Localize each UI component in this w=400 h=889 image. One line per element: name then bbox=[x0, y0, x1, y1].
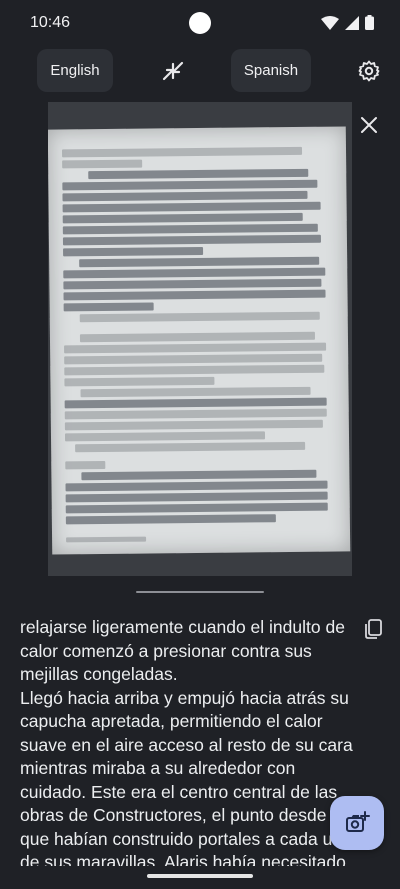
copy-icon[interactable] bbox=[362, 618, 384, 640]
translated-text: relajarse ligeramente cuando el indulto … bbox=[20, 617, 353, 866]
sheet-drag-handle[interactable] bbox=[136, 591, 264, 593]
swap-languages-icon[interactable] bbox=[160, 59, 186, 83]
target-language-button[interactable]: Spanish bbox=[231, 49, 311, 92]
close-icon[interactable] bbox=[358, 114, 380, 136]
battery-icon bbox=[365, 15, 374, 30]
source-language-button[interactable]: English bbox=[37, 49, 113, 92]
status-time: 10:46 bbox=[30, 14, 71, 31]
home-indicator[interactable] bbox=[147, 874, 253, 878]
add-photo-button[interactable] bbox=[330, 796, 384, 850]
language-toolbar: English Spanish bbox=[0, 49, 400, 93]
gear-icon[interactable] bbox=[357, 59, 381, 83]
book-page bbox=[48, 126, 351, 555]
add-photo-icon bbox=[346, 811, 370, 832]
signal-icon bbox=[345, 15, 359, 30]
captured-page-image bbox=[48, 102, 352, 576]
camera-cutout bbox=[189, 12, 211, 34]
status-bar: 10:46 bbox=[0, 0, 400, 48]
wifi-icon bbox=[321, 15, 339, 30]
status-icons bbox=[321, 15, 374, 30]
